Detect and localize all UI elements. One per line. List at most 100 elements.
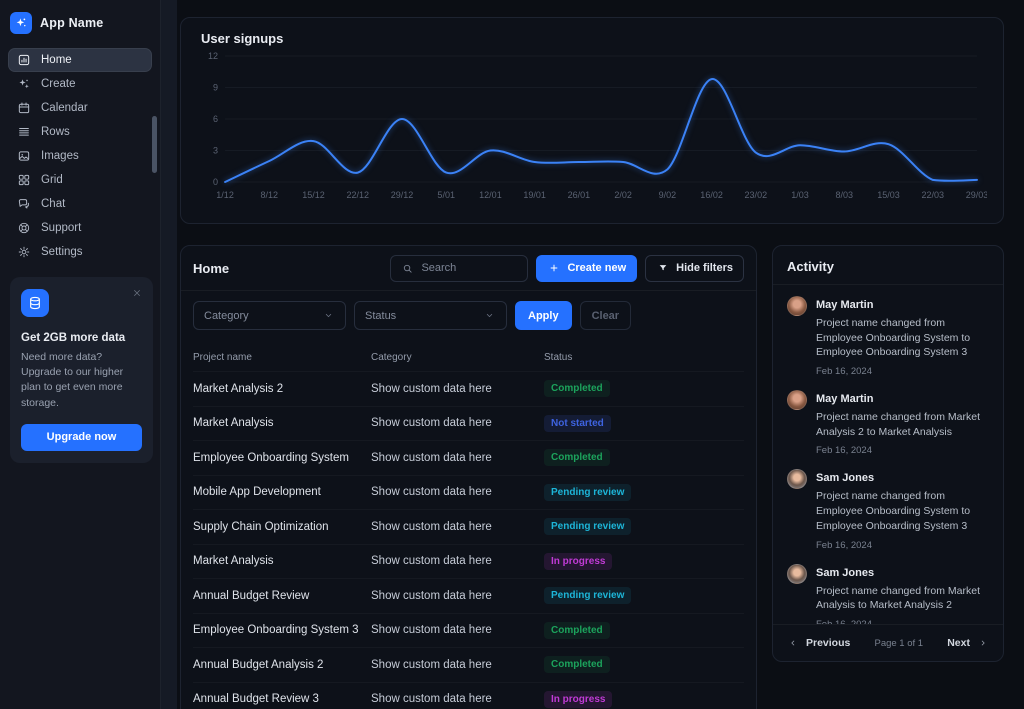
svg-text:29/12: 29/12 bbox=[391, 190, 414, 200]
table-row[interactable]: Market AnalysisShow custom data hereNot … bbox=[193, 406, 744, 441]
user-signups-card: User signups 0369121/128/1215/1222/1229/… bbox=[180, 17, 1004, 224]
sidebar-gutter bbox=[160, 0, 178, 709]
brand: App Name bbox=[0, 0, 160, 44]
activity-item: May MartinProject name changed from Empl… bbox=[787, 296, 989, 377]
table-row[interactable]: Annual Budget Analysis 2Show custom data… bbox=[193, 647, 744, 682]
table-row[interactable]: Supply Chain OptimizationShow custom dat… bbox=[193, 509, 744, 544]
svg-text:29/03: 29/03 bbox=[966, 190, 987, 200]
apply-button[interactable]: Apply bbox=[515, 301, 572, 330]
activity-item: Sam JonesProject name changed from Marke… bbox=[787, 564, 989, 625]
category-select-value: Category bbox=[204, 310, 249, 322]
images-icon bbox=[17, 149, 31, 163]
status-badge: Pending review bbox=[544, 587, 631, 604]
table-row[interactable]: Market Analysis 2Show custom data hereCo… bbox=[193, 371, 744, 406]
status-badge: Completed bbox=[544, 449, 610, 466]
column-status: Status bbox=[544, 352, 744, 363]
svg-text:3: 3 bbox=[213, 146, 218, 156]
table-row[interactable]: Market AnalysisShow custom data hereIn p… bbox=[193, 544, 744, 579]
status-badge: Not started bbox=[544, 415, 611, 432]
activity-list: May MartinProject name changed from Empl… bbox=[773, 285, 1003, 624]
status-badge: Completed bbox=[544, 380, 610, 397]
home-card: Home Create new Hide filters Category St… bbox=[180, 245, 757, 709]
activity-text: Project name changed from Employee Onboa… bbox=[816, 489, 989, 533]
activity-item: May MartinProject name changed from Mark… bbox=[787, 390, 989, 456]
lifebuoy-icon bbox=[17, 221, 31, 235]
table-row[interactable]: Mobile App DevelopmentShow custom data h… bbox=[193, 475, 744, 510]
chat-icon bbox=[17, 197, 31, 211]
svg-text:15/03: 15/03 bbox=[877, 190, 900, 200]
table-row[interactable]: Annual Budget ReviewShow custom data her… bbox=[193, 578, 744, 613]
table-row[interactable]: Employee Onboarding SystemShow custom da… bbox=[193, 440, 744, 475]
sidebar-item-calendar[interactable]: Calendar bbox=[8, 96, 152, 120]
sidebar-nav: Home Create Calendar Rows Images GridChat Supp… bbox=[0, 44, 160, 264]
activity-date: Feb 16, 2024 bbox=[816, 540, 989, 551]
sidebar-item-label: Support bbox=[41, 222, 81, 234]
cell-project-name: Market Analysis 2 bbox=[193, 383, 371, 395]
scrollbar-thumb[interactable] bbox=[152, 116, 157, 173]
cell-category: Show custom data here bbox=[371, 659, 544, 671]
sidebar-item-rows[interactable]: Rows bbox=[8, 120, 152, 144]
chevron-right-icon bbox=[976, 636, 990, 650]
sidebar-item-label: Rows bbox=[41, 126, 70, 138]
avatar bbox=[787, 564, 807, 584]
sidebar-item-images[interactable]: Images bbox=[8, 144, 152, 168]
table-row[interactable]: Employee Onboarding System 3Show custom … bbox=[193, 613, 744, 648]
sidebar-item-chat[interactable]: Chat bbox=[8, 192, 152, 216]
svg-text:22/03: 22/03 bbox=[921, 190, 944, 200]
gear-icon bbox=[17, 245, 31, 259]
sidebar: App Name Home Create Calendar Rows Images Gri… bbox=[0, 0, 160, 709]
svg-text:9: 9 bbox=[213, 83, 218, 93]
sidebar-item-settings[interactable]: Settings bbox=[8, 240, 152, 264]
activity-date: Feb 16, 2024 bbox=[816, 366, 989, 377]
page-title: Home bbox=[193, 261, 229, 276]
chevron-down-icon bbox=[482, 309, 496, 323]
sidebar-item-grid[interactable]: Grid bbox=[8, 168, 152, 192]
svg-text:12/01: 12/01 bbox=[479, 190, 502, 200]
cell-project-name: Annual Budget Review 3 bbox=[193, 693, 371, 705]
svg-text:22/12: 22/12 bbox=[346, 190, 369, 200]
activity-item-body: May MartinProject name changed from Mark… bbox=[816, 390, 989, 456]
status-select-value: Status bbox=[365, 310, 396, 322]
svg-text:1/12: 1/12 bbox=[216, 190, 234, 200]
svg-text:15/12: 15/12 bbox=[302, 190, 325, 200]
next-button[interactable]: Next bbox=[947, 636, 990, 650]
svg-text:5/01: 5/01 bbox=[437, 190, 455, 200]
cell-project-name: Market Analysis bbox=[193, 555, 371, 567]
upgrade-now-button[interactable]: Upgrade now bbox=[21, 424, 142, 451]
clear-button[interactable]: Clear bbox=[580, 301, 632, 330]
close-icon[interactable] bbox=[132, 288, 142, 298]
database-icon bbox=[21, 289, 49, 317]
hide-filters-label: Hide filters bbox=[676, 262, 733, 274]
status-select[interactable]: Status bbox=[354, 301, 507, 330]
search-input[interactable] bbox=[390, 255, 528, 282]
activity-user: Sam Jones bbox=[816, 567, 989, 579]
activity-item-body: May MartinProject name changed from Empl… bbox=[816, 296, 989, 377]
funnel-icon bbox=[656, 261, 670, 275]
rows-icon bbox=[17, 125, 31, 139]
sidebar-item-support[interactable]: Support bbox=[8, 216, 152, 240]
table-header: Project name Category Status bbox=[193, 340, 744, 371]
upgrade-card: Get 2GB more data Need more data? Upgrad… bbox=[10, 277, 153, 463]
table-row[interactable]: Annual Budget Review 3Show custom data h… bbox=[193, 682, 744, 709]
sidebar-item-create[interactable]: Create bbox=[8, 72, 152, 96]
hide-filters-button[interactable]: Hide filters bbox=[645, 255, 744, 282]
sidebar-item-home[interactable]: Home bbox=[8, 48, 152, 72]
search-field[interactable] bbox=[421, 262, 518, 274]
activity-pagination: Previous Page 1 of 1 Next bbox=[773, 624, 1003, 661]
create-new-button[interactable]: Create new bbox=[536, 255, 637, 282]
cell-category: Show custom data here bbox=[371, 521, 544, 533]
activity-item-body: Sam JonesProject name changed from Emplo… bbox=[816, 469, 989, 550]
svg-text:8/12: 8/12 bbox=[261, 190, 279, 200]
filter-row: Category Status Apply Clear bbox=[181, 291, 756, 340]
category-select[interactable]: Category bbox=[193, 301, 346, 330]
activity-card: Activity May MartinProject name changed … bbox=[772, 245, 1004, 662]
cell-project-name: Supply Chain Optimization bbox=[193, 521, 371, 533]
cell-project-name: Market Analysis bbox=[193, 417, 371, 429]
sidebar-item-label: Create bbox=[41, 78, 76, 90]
status-badge: In progress bbox=[544, 691, 612, 708]
previous-button[interactable]: Previous bbox=[786, 636, 850, 650]
upgrade-title: Get 2GB more data bbox=[21, 332, 142, 344]
sidebar-item-label: Images bbox=[41, 150, 79, 162]
user-signups-line-chart: 0369121/128/1215/1222/1229/125/0112/0119… bbox=[197, 48, 987, 206]
app-window: App Name Home Create Calendar Rows Images Gri… bbox=[0, 0, 1024, 709]
